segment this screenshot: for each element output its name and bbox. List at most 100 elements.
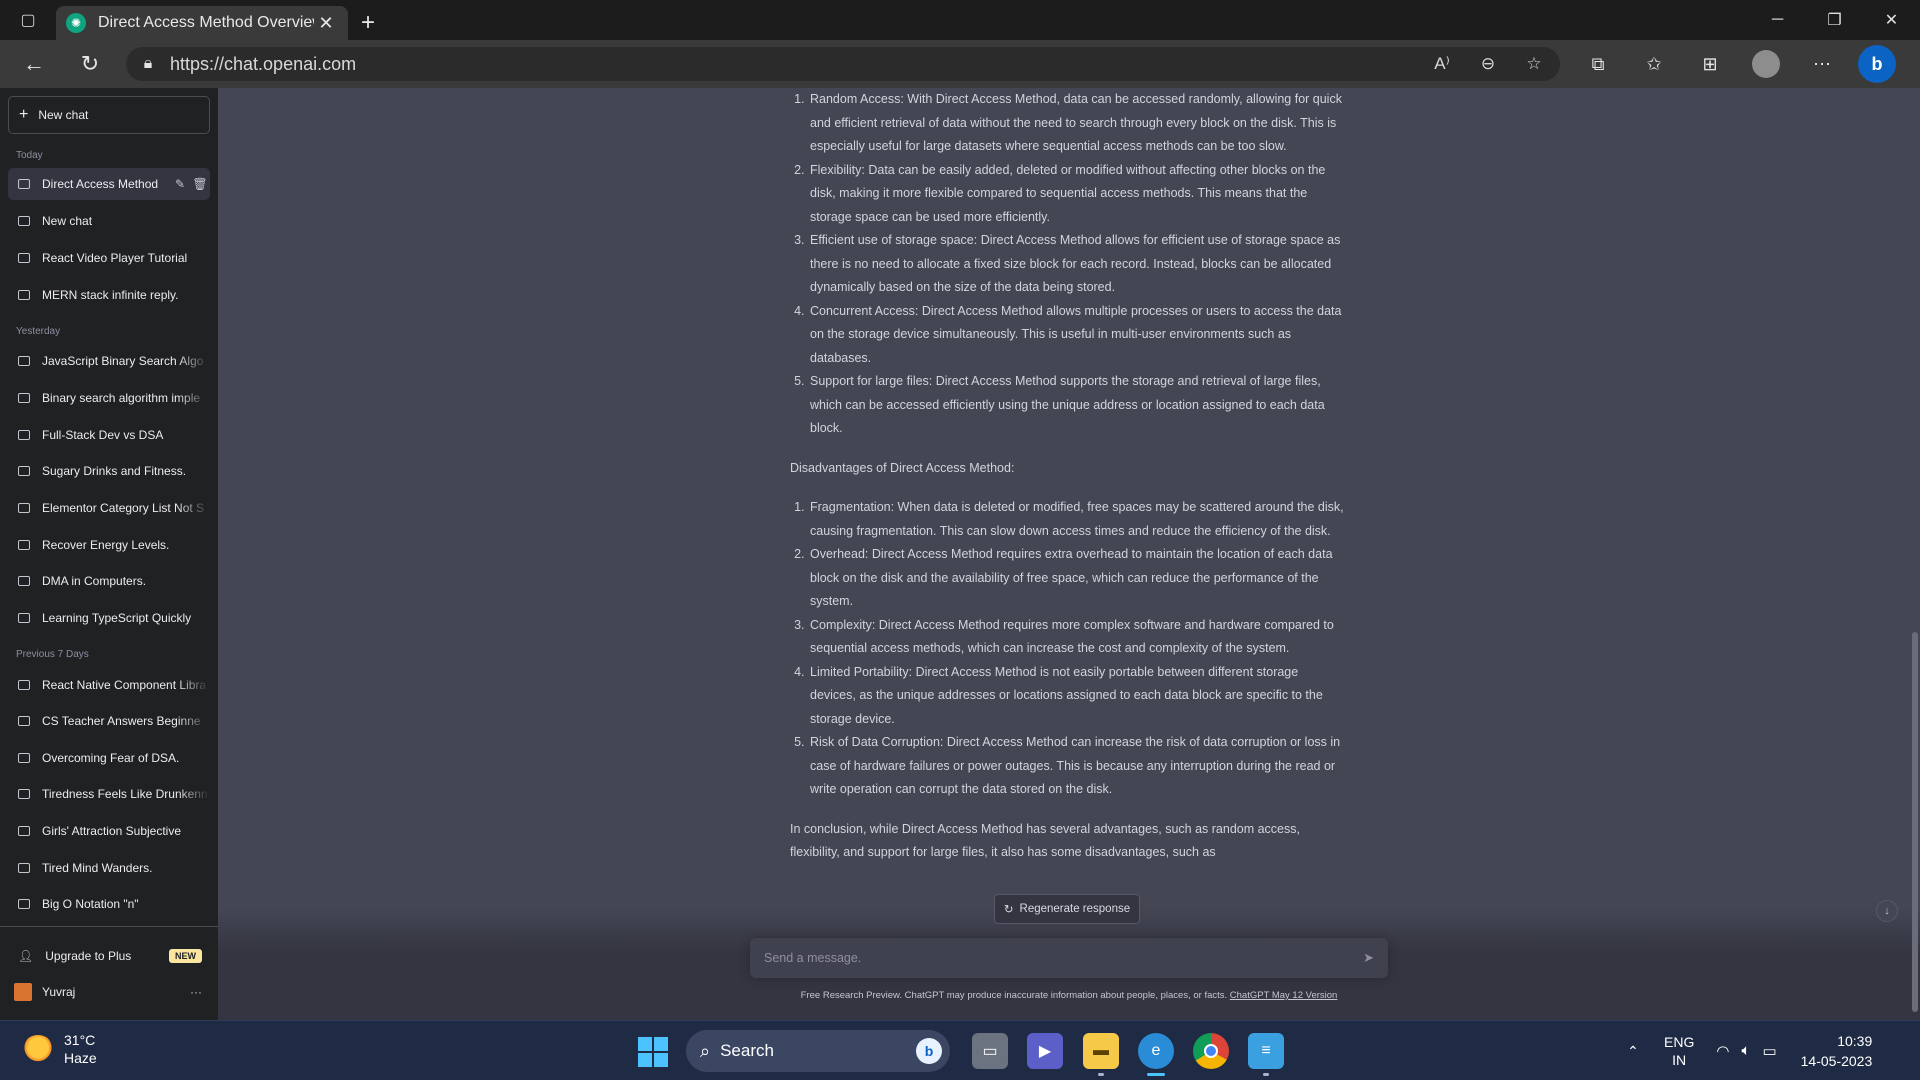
conclusion-text: In conclusion, while Direct Access Metho… [790,821,1300,860]
disadvantages-list: Fragmentation: When data is deleted or m… [790,496,1346,802]
chat-item-label: React Native Component Libra [42,678,207,692]
address-bar[interactable]: 🔒︎ https://chat.openai.com A⁾ ⊖ ☆ [126,47,1560,81]
language-code: ENG [1664,1034,1695,1050]
section-label-yesterday: Yesterday [16,326,61,337]
browser-tab[interactable]: ✺ Direct Access Method Overview. ✕ [56,6,348,40]
chat-item[interactable]: JavaScript Binary Search Algo [8,345,210,377]
favorites-icon[interactable]: ✩ [1626,40,1682,88]
weather-haze-icon [22,1035,54,1063]
read-aloud-icon[interactable]: A⁾ [1422,54,1462,74]
send-icon[interactable]: ➤ [1363,950,1374,966]
url-text[interactable]: https://chat.openai.com [170,54,1422,75]
collections-icon[interactable]: ⊞ [1682,40,1738,88]
chat-item-label: Elementor Category List Not S [42,501,205,515]
plus-icon: + [19,106,29,123]
add-favorite-icon[interactable]: ☆ [1514,54,1554,74]
zoom-out-icon[interactable]: ⊖ [1468,54,1508,74]
chat-item[interactable]: Big O Notation "n" [8,888,210,920]
date: 14-05-2023 [1800,1053,1873,1069]
toolbar-right-group: ⧉ ✩ ⊞ ⋯ b [1570,40,1896,88]
bing-icon[interactable]: b [1858,45,1896,83]
restore-icon[interactable]: ❐ [1806,0,1863,40]
chat-bubble-icon [18,576,30,586]
chatgpt-favicon-icon: ✺ [66,13,86,33]
teams-icon[interactable]: ▶ [1027,1033,1063,1069]
minimize-icon[interactable]: ─ [1749,0,1806,40]
chat-bubble-icon [18,716,30,726]
chat-item[interactable]: CS Teacher Answers Beginne [8,705,210,737]
chat-item[interactable]: Tired Mind Wanders. [8,852,210,884]
chat-bubble-icon [18,216,30,226]
refresh-icon[interactable]: ↻ [62,40,118,88]
taskbar-search[interactable]: ⌕ Search b [686,1030,950,1072]
chat-item[interactable]: Elementor Category List Not S [8,492,210,524]
new-chat-button[interactable]: + New chat [8,96,210,134]
chat-item-label: CS Teacher Answers Beginne [42,714,201,728]
message-composer[interactable]: ➤ [750,938,1388,978]
chat-item-active[interactable]: Direct Access Method ✎ 🗑︎ [8,168,210,200]
notepad-icon[interactable]: ≡ [1248,1033,1284,1069]
profile-icon[interactable] [1752,50,1780,78]
chat-item[interactable]: MERN stack infinite reply. [8,279,210,311]
language-indicator[interactable]: ENG IN [1664,1033,1694,1069]
list-item: Risk of Data Corruption: Direct Access M… [808,731,1346,802]
chat-bubble-icon [18,540,30,550]
more-options-icon[interactable]: ··· [190,985,202,999]
scrollbar[interactable] [1912,632,1918,1012]
chat-item[interactable]: React Video Player Tutorial [8,242,210,274]
chat-item[interactable]: New chat [8,205,210,237]
chat-item[interactable]: Tiredness Feels Like Drunkenn [8,778,210,810]
close-window-icon[interactable]: ✕ [1863,0,1920,40]
more-icon[interactable]: ⋯ [1794,40,1850,88]
lock-icon[interactable]: 🔒︎ [126,55,170,73]
chat-item[interactable]: Overcoming Fear of DSA. [8,742,210,774]
chrome-icon[interactable] [1193,1033,1229,1069]
list-item: Overhead: Direct Access Method requires … [808,543,1346,614]
version-link[interactable]: ChatGPT May 12 Version [1230,990,1338,1001]
message-input[interactable] [764,951,1364,965]
edit-icon[interactable]: ✎ [170,177,190,191]
extensions-icon[interactable]: ⧉ [1570,40,1626,88]
chat-item[interactable]: Full-Stack Dev vs DSA [8,419,210,451]
chat-item[interactable]: Recover Energy Levels. [8,529,210,561]
chat-item-label: Full-Stack Dev vs DSA [42,428,164,442]
scroll-down-icon[interactable]: ↓ [1876,900,1898,922]
clock[interactable]: 10:39 14-05-2023 [1801,1031,1873,1071]
chat-sidebar: + New chat Today Direct Access Method ✎ … [0,88,218,1020]
close-tab-icon[interactable]: ✕ [314,13,338,34]
chat-item[interactable]: Binary search algorithm imple [8,382,210,414]
file-manager-icon[interactable]: ▭ [972,1033,1008,1069]
tab-actions-icon[interactable]: ▢ [0,0,56,40]
regenerate-response-button[interactable]: ↻ Regenerate response [994,894,1140,924]
chat-item-label: DMA in Computers. [42,574,147,588]
sidebar-divider [0,926,218,927]
chat-item[interactable]: DMA in Computers. [8,565,210,597]
chat-item[interactable]: React Native Component Libra [8,669,210,701]
chat-item[interactable]: Girls' Attraction Subjective [8,815,210,847]
chat-item-label: Binary search algorithm imple [42,391,201,405]
trash-icon[interactable]: 🗑︎ [190,177,210,191]
back-icon[interactable]: ← [6,40,62,88]
system-tray: ⌃ ENG IN ◠ 🔈︎ ▭ 10:39 14-05-2023 [1620,1021,1872,1080]
chat-item[interactable]: Learning TypeScript Quickly [8,602,210,634]
volume-icon: 🔈︎ [1741,1042,1751,1059]
chat-item-label: React Video Player Tutorial [42,251,188,265]
chevron-up-icon[interactable]: ⌃ [1620,1043,1646,1060]
user-menu-button[interactable]: Yuvraj ··· [8,974,210,1010]
weather-widget[interactable]: 31°C Haze [22,1031,97,1067]
chat-item-label: MERN stack infinite reply. [42,288,179,302]
edge-icon[interactable]: e [1138,1033,1174,1069]
file-explorer-icon[interactable]: ▬ [1083,1033,1119,1069]
chat-item[interactable]: Sugary Drinks and Fitness. [8,455,210,487]
new-badge: NEW [169,949,202,963]
chat-item-label: Big O Notation "n" [42,897,139,911]
chat-bubble-icon [18,789,30,799]
new-tab-icon[interactable]: + [348,6,388,40]
search-label: Search [720,1041,774,1060]
quick-settings[interactable]: ◠ 🔈︎ ▭ [1716,1042,1776,1060]
chat-item-label: Direct Access Method [42,177,159,191]
chat-bubble-icon [18,503,30,513]
upgrade-to-plus-button[interactable]: 👤︎ Upgrade to Plus NEW [8,938,210,974]
start-button[interactable] [638,1037,668,1067]
chat-item-label: Girls' Attraction Subjective [42,824,182,838]
